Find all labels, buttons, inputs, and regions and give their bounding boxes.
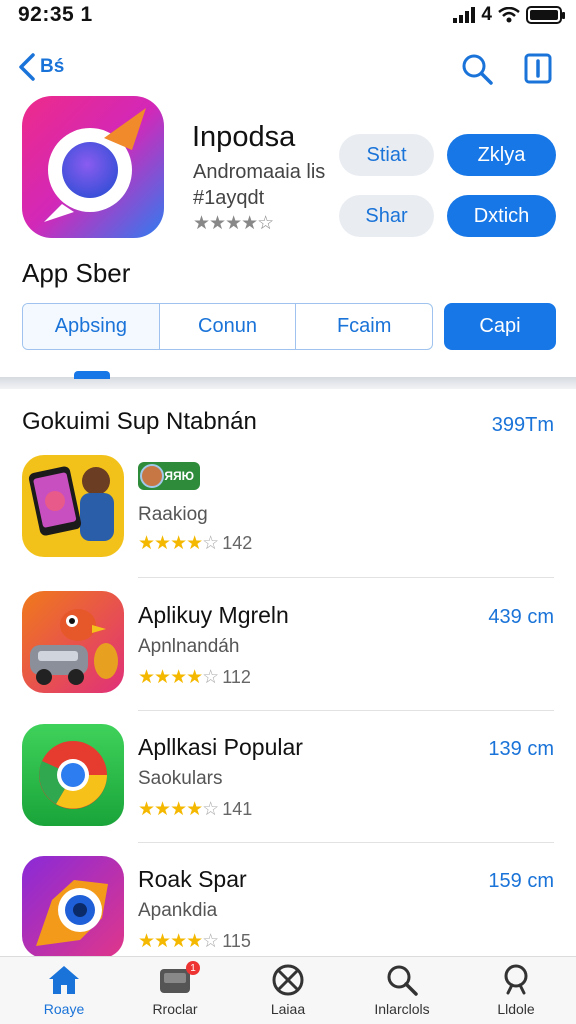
rating: ★★★★☆ 142 xyxy=(138,532,252,555)
rating-count: 115 xyxy=(222,931,251,951)
search-icon[interactable] xyxy=(460,52,494,86)
app-subtitle: Andromaaia lis xyxy=(193,161,326,183)
rating-count: 142 xyxy=(222,533,253,553)
rating: ★★★★☆ 115 xyxy=(138,930,251,953)
status-icons: 4 xyxy=(453,4,565,26)
stars-empty: ☆ xyxy=(202,533,219,554)
tab-search[interactable]: Inlarclols xyxy=(352,963,452,1023)
segment-primary-button[interactable]: Capi xyxy=(444,303,556,350)
stars-filled: ★★★★ xyxy=(138,533,203,554)
tab-cancel[interactable]: Laiaa xyxy=(238,963,338,1023)
stars-filled: ★★★★ xyxy=(138,931,203,952)
start-button[interactable]: Stiat xyxy=(339,134,434,176)
list-item[interactable]: Aplikuy Mgreln Apnlnandáh ★★★★☆ 112 439 c… xyxy=(0,582,576,714)
wifi-icon xyxy=(498,7,520,23)
app-badge-text: ЯЯЮ xyxy=(164,469,194,483)
nav-bar: Bś xyxy=(0,46,576,92)
back-button[interactable]: Bś xyxy=(18,52,64,82)
stars-empty: ☆ xyxy=(202,667,219,688)
section-title: App Sber xyxy=(22,258,131,288)
stars-filled: ★★★★ xyxy=(138,799,203,820)
row-divider xyxy=(138,577,554,578)
stars-empty: ☆ xyxy=(202,799,219,820)
stars-empty: ☆ xyxy=(202,931,219,952)
tab-label: Lldole xyxy=(497,1001,535,1017)
row-divider xyxy=(138,710,554,711)
list-item[interactable]: Apllkasi Popular Saokulars ★★★★☆ 141 139 … xyxy=(0,714,576,846)
details-button[interactable]: Dxtich xyxy=(447,195,556,237)
app-size: 439 cm xyxy=(488,606,554,628)
tab-label: Inlarclols xyxy=(374,1001,430,1017)
signal-icon xyxy=(453,7,476,23)
app-icon xyxy=(22,96,164,238)
segment-tab-3[interactable]: Fcaim xyxy=(296,304,432,349)
rating: ★★★★☆ 112 xyxy=(138,666,251,689)
tab-label: Rroclar xyxy=(152,1001,198,1017)
app-size: 139 cm xyxy=(488,738,554,760)
rating: ★★★★☆ 141 xyxy=(138,798,252,821)
list-title: Gokuimi Sup Ntabnán xyxy=(22,408,257,435)
search-alt-icon xyxy=(504,964,528,995)
cancel-circle-icon xyxy=(272,964,304,996)
app-subtitle: Saokulars xyxy=(138,768,223,789)
app-subtitle: Raakiog xyxy=(138,504,208,525)
rating-count: 141 xyxy=(222,799,253,819)
back-label: Bś xyxy=(40,56,65,77)
search-icon xyxy=(387,965,418,996)
app-icon xyxy=(22,455,124,557)
notification-badge: 1 xyxy=(186,961,200,975)
app-icon xyxy=(22,856,124,958)
network-label: 4 xyxy=(481,4,492,25)
segmented-control: Apbsing Conun Fcaim xyxy=(22,303,433,350)
app-size: 159 cm xyxy=(488,870,554,892)
app-title: Roak Spar xyxy=(138,866,247,892)
app-title: Aplikuy Mgreln xyxy=(138,602,289,628)
status-bar: 92:35 1 4 xyxy=(0,0,576,30)
tab-label: Laiaa xyxy=(270,1001,306,1017)
tab-label: Roaye xyxy=(43,1001,85,1017)
get-button[interactable]: Zklya xyxy=(447,134,556,176)
app-badge: ЯЯЮ xyxy=(138,462,200,490)
chevron-left-icon xyxy=(19,53,35,81)
battery-icon xyxy=(526,6,565,24)
app-rating-stars: ★★★★☆ xyxy=(193,213,274,234)
app-subtitle: Apankdia xyxy=(138,900,218,921)
list-size-header[interactable]: 399Tm xyxy=(492,414,554,437)
scroll-indicator xyxy=(74,371,110,379)
status-time: 92:35 1 xyxy=(18,3,93,26)
segment-tab-2[interactable]: Conun xyxy=(160,304,297,349)
app-category: #1ayqdt xyxy=(193,187,265,209)
app-subtitle: Apnlnandáh xyxy=(138,636,240,657)
row-divider xyxy=(138,842,554,843)
share-button[interactable]: Shar xyxy=(339,195,434,237)
stars-filled: ★★★★ xyxy=(138,667,203,688)
tab-home[interactable]: Roaye xyxy=(14,963,114,1023)
app-icon xyxy=(22,591,124,693)
list-item[interactable]: ЯЯЮ Raakiog ★★★★☆ 142 xyxy=(0,448,576,580)
tab-inbox[interactable]: 1 Rroclar xyxy=(125,961,225,1023)
bookmark-icon[interactable] xyxy=(522,52,554,86)
segment-tab-1[interactable]: Apbsing xyxy=(23,304,160,349)
app-name: Inpodsa xyxy=(192,121,296,153)
app-title: Apllkasi Popular xyxy=(138,734,303,760)
app-icon xyxy=(22,724,124,826)
tab-bar: Roaye 1 Rroclar Laiaa Inlarclols Lldole xyxy=(0,956,576,1024)
rating-count: 112 xyxy=(222,667,251,687)
home-icon xyxy=(49,966,79,994)
tab-search-alt[interactable]: Lldole xyxy=(466,963,566,1023)
